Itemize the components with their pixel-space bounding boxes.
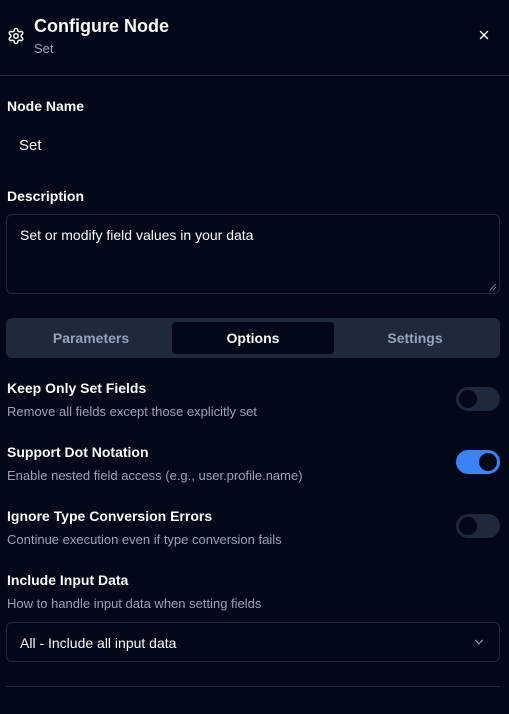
description-text: Set or modify field values in your data	[20, 227, 254, 243]
panel-title: Configure Node	[34, 16, 169, 36]
chevron-down-icon	[474, 639, 484, 645]
panel-subtitle: Set	[34, 41, 54, 56]
toggle-knob	[459, 517, 477, 535]
node-name-field[interactable]: Set	[19, 136, 42, 156]
option-title: Keep Only Set Fields	[7, 380, 147, 396]
close-icon	[479, 30, 489, 40]
tab-bar: Parameters Options Settings	[6, 318, 500, 358]
node-name-label: Node Name	[7, 98, 85, 114]
option-description: Continue execution even if type conversi…	[7, 532, 282, 547]
option-title: Ignore Type Conversion Errors	[7, 508, 213, 524]
toggle-knob	[459, 390, 477, 408]
tab-parameters[interactable]: Parameters	[10, 322, 172, 354]
include-input-data-label: Include Input Data	[7, 572, 129, 588]
ignore-type-conversion-errors-toggle[interactable]	[456, 514, 500, 538]
close-button[interactable]	[474, 25, 494, 45]
divider	[6, 686, 500, 687]
toggle-knob	[479, 453, 497, 471]
select-value: All - Include all input data	[20, 635, 177, 651]
description-label: Description	[7, 188, 85, 204]
option-description: Enable nested field access (e.g., user.p…	[7, 468, 303, 483]
option-title: Support Dot Notation	[7, 444, 149, 460]
gear-icon	[8, 27, 24, 45]
keep-only-set-fields-toggle[interactable]	[456, 387, 500, 411]
include-input-data-description: How to handle input data when setting fi…	[7, 596, 262, 611]
panel-header: Configure Node Set	[0, 0, 509, 76]
resize-handle-icon[interactable]	[489, 283, 497, 291]
description-textarea[interactable]: Set or modify field values in your data	[6, 214, 500, 294]
option-description: Remove all fields except those explicitl…	[7, 404, 258, 419]
tab-settings[interactable]: Settings	[334, 322, 496, 354]
support-dot-notation-toggle[interactable]	[456, 450, 500, 474]
include-input-data-select[interactable]: All - Include all input data	[6, 622, 500, 662]
tab-options[interactable]: Options	[172, 322, 334, 354]
